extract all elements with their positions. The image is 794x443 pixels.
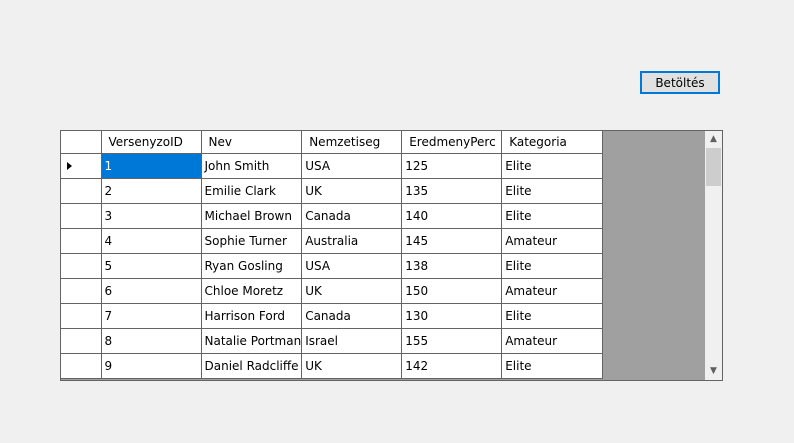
cell-nemzetiseg[interactable]: Canada <box>301 203 403 229</box>
table-row[interactable]: 5 Ryan Gosling USA 138 Elite <box>61 253 604 279</box>
cell-kategoria[interactable]: Amateur <box>501 228 604 254</box>
table-row[interactable]: 1 John Smith USA 125 Elite <box>61 153 604 179</box>
column-header-nev[interactable]: Nev <box>200 131 303 154</box>
vertical-scrollbar[interactable]: ▲ ▼ <box>705 131 722 380</box>
cell-kategoria[interactable]: Elite <box>501 303 604 329</box>
cell-kategoria[interactable]: Elite <box>501 178 604 204</box>
cell-versenyzoid[interactable]: 4 <box>100 228 202 254</box>
cell-nemzetiseg[interactable]: Australia <box>301 228 403 254</box>
row-header[interactable] <box>61 353 102 379</box>
table-row[interactable]: 7 Harrison Ford Canada 130 Elite <box>61 303 604 329</box>
row-header[interactable] <box>61 153 102 179</box>
cell-eredmenyperc[interactable]: 138 <box>401 253 503 279</box>
scroll-down-arrow-icon[interactable]: ▼ <box>705 363 722 380</box>
top-left-header-cell[interactable] <box>61 131 102 154</box>
cell-nev[interactable]: Ryan Gosling <box>200 253 303 279</box>
cell-nev[interactable]: Harrison Ford <box>200 303 303 329</box>
row-header[interactable] <box>61 278 102 304</box>
cell-nemzetiseg[interactable]: USA <box>301 253 403 279</box>
cell-nemzetiseg[interactable]: Israel <box>301 328 403 354</box>
table-row[interactable]: 3 Michael Brown Canada 140 Elite <box>61 203 604 229</box>
cell-eredmenyperc[interactable]: 150 <box>401 278 503 304</box>
cell-nemzetiseg[interactable]: UK <box>301 353 403 379</box>
cell-eredmenyperc[interactable]: 155 <box>401 328 503 354</box>
row-header[interactable] <box>61 203 102 229</box>
cell-kategoria[interactable]: Amateur <box>501 328 604 354</box>
cell-versenyzoid[interactable]: 1 <box>100 153 202 179</box>
cell-versenyzoid[interactable]: 2 <box>100 178 202 204</box>
cell-versenyzoid[interactable]: 5 <box>100 253 202 279</box>
table-row[interactable]: 6 Chloe Moretz UK 150 Amateur <box>61 278 604 304</box>
cell-eredmenyperc[interactable]: 135 <box>401 178 503 204</box>
data-grid[interactable]: VersenyzoID Nev Nemzetiseg EredmenyPerc … <box>60 130 723 381</box>
cell-kategoria[interactable]: Amateur <box>501 278 604 304</box>
cell-versenyzoid[interactable]: 3 <box>100 203 202 229</box>
scroll-up-arrow-icon[interactable]: ▲ <box>705 131 722 148</box>
cell-nev[interactable]: Chloe Moretz <box>200 278 303 304</box>
cell-kategoria[interactable]: Elite <box>501 153 604 179</box>
row-header[interactable] <box>61 228 102 254</box>
cell-versenyzoid[interactable]: 7 <box>100 303 202 329</box>
scroll-thumb[interactable] <box>706 148 721 186</box>
cell-versenyzoid[interactable]: 8 <box>100 328 202 354</box>
cell-nev[interactable]: Sophie Turner <box>200 228 303 254</box>
column-header-eredmenyperc[interactable]: EredmenyPerc <box>401 131 503 154</box>
grid-table: VersenyzoID Nev Nemzetiseg EredmenyPerc … <box>61 131 604 379</box>
row-header[interactable] <box>61 328 102 354</box>
table-row[interactable]: 9 Daniel Radcliffe UK 142 Elite <box>61 353 604 379</box>
cell-nemzetiseg[interactable]: USA <box>301 153 403 179</box>
cell-kategoria[interactable]: Elite <box>501 353 604 379</box>
cell-eredmenyperc[interactable]: 125 <box>401 153 503 179</box>
cell-versenyzoid[interactable]: 6 <box>100 278 202 304</box>
cell-nev[interactable]: John Smith <box>200 153 303 179</box>
cell-nev[interactable]: Emilie Clark <box>200 178 303 204</box>
table-row[interactable]: 8 Natalie Portman Israel 155 Amateur <box>61 328 604 354</box>
cell-kategoria[interactable]: Elite <box>501 203 604 229</box>
column-header-nemzetiseg[interactable]: Nemzetiseg <box>301 131 403 154</box>
load-button[interactable]: Betöltés <box>640 71 720 94</box>
cell-versenyzoid[interactable]: 9 <box>100 353 202 379</box>
row-header[interactable] <box>61 253 102 279</box>
current-row-arrow-icon <box>67 162 72 170</box>
cell-kategoria[interactable]: Elite <box>501 253 604 279</box>
cell-nev[interactable]: Natalie Portman <box>200 328 303 354</box>
cell-nemzetiseg[interactable]: UK <box>301 278 403 304</box>
row-header[interactable] <box>61 178 102 204</box>
column-header-versenyzoid[interactable]: VersenyzoID <box>100 131 202 154</box>
cell-nev[interactable]: Michael Brown <box>200 203 303 229</box>
cell-eredmenyperc[interactable]: 140 <box>401 203 503 229</box>
cell-eredmenyperc[interactable]: 130 <box>401 303 503 329</box>
cell-nev[interactable]: Daniel Radcliffe <box>200 353 303 379</box>
table-row[interactable]: 4 Sophie Turner Australia 145 Amateur <box>61 228 604 254</box>
row-header[interactable] <box>61 303 102 329</box>
cell-nemzetiseg[interactable]: Canada <box>301 303 403 329</box>
cell-eredmenyperc[interactable]: 142 <box>401 353 503 379</box>
table-row[interactable]: 2 Emilie Clark UK 135 Elite <box>61 178 604 204</box>
column-header-row: VersenyzoID Nev Nemzetiseg EredmenyPerc … <box>61 131 604 154</box>
cell-eredmenyperc[interactable]: 145 <box>401 228 503 254</box>
column-header-kategoria[interactable]: Kategoria <box>501 131 604 154</box>
cell-nemzetiseg[interactable]: UK <box>301 178 403 204</box>
